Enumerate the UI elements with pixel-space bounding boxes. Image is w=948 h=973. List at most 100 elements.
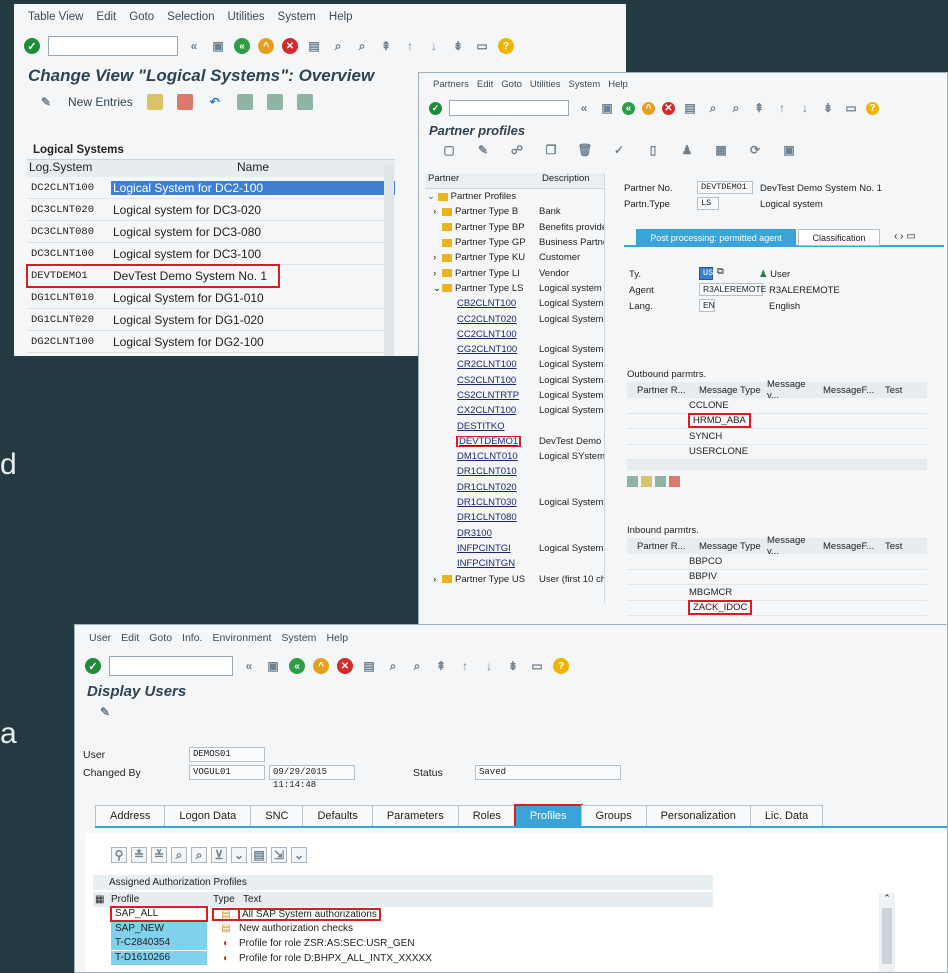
name-cell[interactable]: Logical System for DG1-020 <box>111 313 395 327</box>
menu-system[interactable]: System <box>278 11 316 23</box>
help-icon[interactable]: ? <box>498 38 514 54</box>
tree-item-label[interactable]: INFPCINTGN <box>457 558 515 569</box>
menu-help[interactable]: Help <box>608 79 628 90</box>
tree-item-label[interactable]: Partner Profiles <box>451 191 516 202</box>
tab-snc[interactable]: SNC <box>250 805 304 827</box>
menu-user[interactable]: User <box>89 632 111 644</box>
agent-field[interactable]: R3ALEREMOTE <box>699 283 766 296</box>
save-icon[interactable]: ▣ <box>599 100 615 116</box>
tree-partner-item[interactable]: DESTITKO <box>425 418 604 433</box>
back-icon[interactable]: « <box>289 658 305 674</box>
table-row[interactable]: DC3CLNT080 Logical system for DC3-080 <box>27 221 395 243</box>
tree-partner-item[interactable]: DR1CLNT030 Logical System for <box>425 495 604 510</box>
find-icon[interactable]: ⌕ <box>330 38 346 54</box>
tab-groups[interactable]: Groups <box>580 805 647 827</box>
tree-partner-item[interactable]: DR1CLNT010 <box>425 464 604 479</box>
tree-folder-item[interactable]: › Partner Type US User (first 10 char <box>425 571 604 586</box>
column-test[interactable]: Test <box>879 541 902 552</box>
column-message-variant[interactable]: Message v... <box>761 535 817 557</box>
partner-icon[interactable]: ♟ <box>679 142 695 158</box>
table-row[interactable]: USERCLONE <box>627 445 927 460</box>
cancel-icon[interactable]: ✕ <box>282 38 298 54</box>
tree-partner-item[interactable]: CG2CLNT100 Logical System for <box>425 342 604 357</box>
prev-page-icon[interactable]: ↑ <box>774 100 790 116</box>
table-settings-icon[interactable]: ▦ <box>93 894 111 905</box>
tree-partner-item[interactable]: CX2CLNT100 Logical System for <box>425 403 604 418</box>
tree-folder-item[interactable]: › Partner Type B Bank <box>425 204 604 219</box>
new-session-icon[interactable]: ▭ <box>529 658 545 674</box>
back-icon[interactable]: « <box>622 101 635 115</box>
column-name[interactable]: Name <box>111 160 395 177</box>
vertical-scrollbar[interactable] <box>384 165 394 356</box>
exit-icon[interactable]: ^ <box>642 101 655 115</box>
tree-folder-item[interactable]: › Partner Type LI Vendor <box>425 265 604 280</box>
tree-partner-item[interactable]: DR1CLNT080 <box>425 510 604 525</box>
menu-help[interactable]: Help <box>329 11 353 23</box>
find-next-icon[interactable]: ⌕ <box>409 658 425 674</box>
tree-item-label[interactable]: DR1CLNT020 <box>457 482 517 493</box>
ty-field[interactable]: US <box>699 267 713 280</box>
tree-partner-item[interactable]: DR3100 <box>425 526 604 541</box>
tree-partner-item[interactable]: CS2CLNT100 Logical System for <box>425 373 604 388</box>
column-partner-role[interactable]: Partner R... <box>627 541 689 552</box>
delete-row-icon[interactable] <box>669 476 680 487</box>
table-row[interactable]: DC2CLNT100 Logical System for DC2-100 <box>27 177 395 199</box>
command-field[interactable] <box>449 100 569 116</box>
tree-item-label[interactable]: CC2CLNT020 <box>457 314 517 325</box>
tree-partner-item[interactable]: CB2CLNT100 Logical System for <box>425 296 604 311</box>
command-field[interactable] <box>109 656 233 676</box>
menu-system[interactable]: System <box>281 632 316 644</box>
deselect-all-icon[interactable] <box>296 94 313 110</box>
partner-no-field[interactable]: DEVTDEMO1 <box>697 181 753 194</box>
menu-goto[interactable]: Goto <box>129 11 154 23</box>
tab-defaults[interactable]: Defaults <box>302 805 373 827</box>
details-icon[interactable]: ⚲ <box>111 847 127 863</box>
tree-item-label[interactable]: Partner Type GP <box>455 237 526 248</box>
name-cell[interactable]: Logical System for DC2-100 <box>111 180 395 195</box>
last-page-icon[interactable]: ⇟ <box>505 658 521 674</box>
tab-parameters[interactable]: Parameters <box>371 805 459 827</box>
create-row-icon[interactable] <box>627 476 638 487</box>
tree-item-label[interactable]: Partner Type US <box>455 574 525 585</box>
tree-partner-item[interactable]: INFPCINTGN <box>425 556 604 571</box>
tree-item-label[interactable]: CR2CLNT100 <box>457 359 517 370</box>
profile-cell[interactable]: T-D1610266 <box>111 951 207 966</box>
name-cell[interactable]: Logical system for DC3-080 <box>111 225 395 239</box>
column-type[interactable]: Type <box>213 894 243 905</box>
cancel-icon[interactable]: ✕ <box>662 101 675 115</box>
check-icon[interactable]: ✓ <box>611 142 627 158</box>
tab-lic-data[interactable]: Lic. Data <box>749 805 824 827</box>
status-field[interactable]: Saved <box>475 765 621 780</box>
tree-folder-item[interactable]: ⌄ Partner Profiles <box>425 189 604 204</box>
profile-cell[interactable]: SAP_NEW <box>111 921 207 936</box>
tree-folder-item[interactable]: Partner Type GP Business Partner <box>425 235 604 250</box>
undo-icon[interactable]: ↶ <box>207 94 223 110</box>
tree-item-label[interactable]: CS2CLNTRTP <box>457 390 519 401</box>
tree-item-label[interactable]: DM1CLNT010 <box>457 451 518 462</box>
column-test[interactable]: Test <box>879 385 902 396</box>
select-block-icon[interactable] <box>266 94 283 110</box>
print-icon[interactable]: ▤ <box>682 100 698 116</box>
tab-logon-data[interactable]: Logon Data <box>164 805 252 827</box>
partner-type-field[interactable]: LS <box>697 197 719 210</box>
column-message-function[interactable]: MessageF... <box>817 541 879 552</box>
tree-item-label[interactable]: Partner Type KU <box>455 252 525 263</box>
first-page-icon[interactable]: ⇞ <box>751 100 767 116</box>
first-page-icon[interactable]: ⇞ <box>433 658 449 674</box>
table-row[interactable]: DC3CLNT100 Logical system for DC3-100 <box>27 243 395 265</box>
last-page-icon[interactable]: ⇟ <box>820 100 836 116</box>
delete-icon[interactable] <box>176 94 193 110</box>
column-text[interactable]: Text <box>243 894 261 905</box>
cancel-icon[interactable]: ✕ <box>337 658 353 674</box>
table-row[interactable]: DG2CLNT100 Logical System for DG2-100 <box>27 331 395 353</box>
next-page-icon[interactable]: ↓ <box>481 658 497 674</box>
menu-partners[interactable]: Partners <box>433 79 469 90</box>
tree-item-label[interactable]: DEVTDEMO1 <box>455 435 522 447</box>
enter-check-icon[interactable]: ✓ <box>429 101 442 115</box>
menu-info[interactable]: Info. <box>182 632 202 644</box>
value-help-icon[interactable]: ⧉ <box>717 266 724 277</box>
tab-profiles[interactable]: Profiles <box>513 804 583 828</box>
exit-icon[interactable]: ^ <box>313 658 329 674</box>
prev-page-icon[interactable]: ↑ <box>457 658 473 674</box>
collapse-icon[interactable]: « <box>576 100 592 116</box>
